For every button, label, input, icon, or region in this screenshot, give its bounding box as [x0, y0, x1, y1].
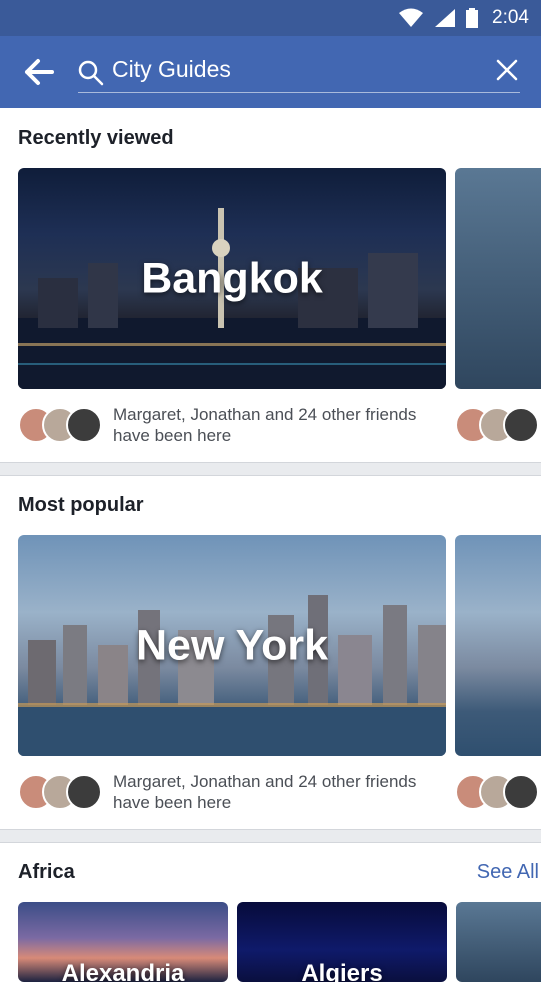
search-header: City Guides: [0, 36, 541, 108]
friends-text: Margaret, Jonathan and 24 other friends …: [113, 405, 417, 445]
wifi-icon: [399, 8, 424, 27]
back-arrow-icon[interactable]: [24, 58, 54, 86]
section-divider: [0, 462, 541, 476]
signal-icon: [435, 9, 456, 27]
city-card-bangkok[interactable]: Bangkok: [18, 168, 446, 389]
city-card-next[interactable]: [455, 535, 541, 756]
section-title-africa: Africa: [18, 861, 75, 883]
city-name: Alexandria: [61, 960, 185, 982]
see-all-link[interactable]: See All: [477, 861, 539, 884]
search-query: City Guides: [112, 56, 231, 82]
city-card-algiers[interactable]: Algiers: [237, 902, 447, 982]
section-title-most-popular: Most popular: [18, 494, 144, 516]
avatar: [66, 407, 102, 443]
city-card-alexandria[interactable]: Alexandria: [18, 902, 228, 982]
battery-icon: [466, 8, 479, 28]
city-name: Algiers: [301, 960, 383, 982]
avatar: [66, 774, 102, 810]
search-input[interactable]: City Guides: [78, 52, 520, 93]
search-icon: [78, 60, 104, 86]
section-divider: [0, 829, 541, 843]
section-title-recently-viewed: Recently viewed: [18, 127, 174, 149]
close-icon[interactable]: [496, 59, 518, 81]
city-name: New York: [136, 621, 328, 669]
city-name: Bangkok: [141, 254, 323, 302]
status-bar: 2:04: [0, 0, 541, 36]
status-time: 2:04: [492, 7, 529, 28]
avatar: [503, 407, 539, 443]
avatar: [503, 774, 539, 810]
friends-text: Margaret, Jonathan and 24 other friends …: [113, 772, 417, 812]
city-card-next[interactable]: [456, 902, 541, 982]
city-card-new-york[interactable]: New York: [18, 535, 446, 756]
city-card-next[interactable]: [455, 168, 541, 389]
